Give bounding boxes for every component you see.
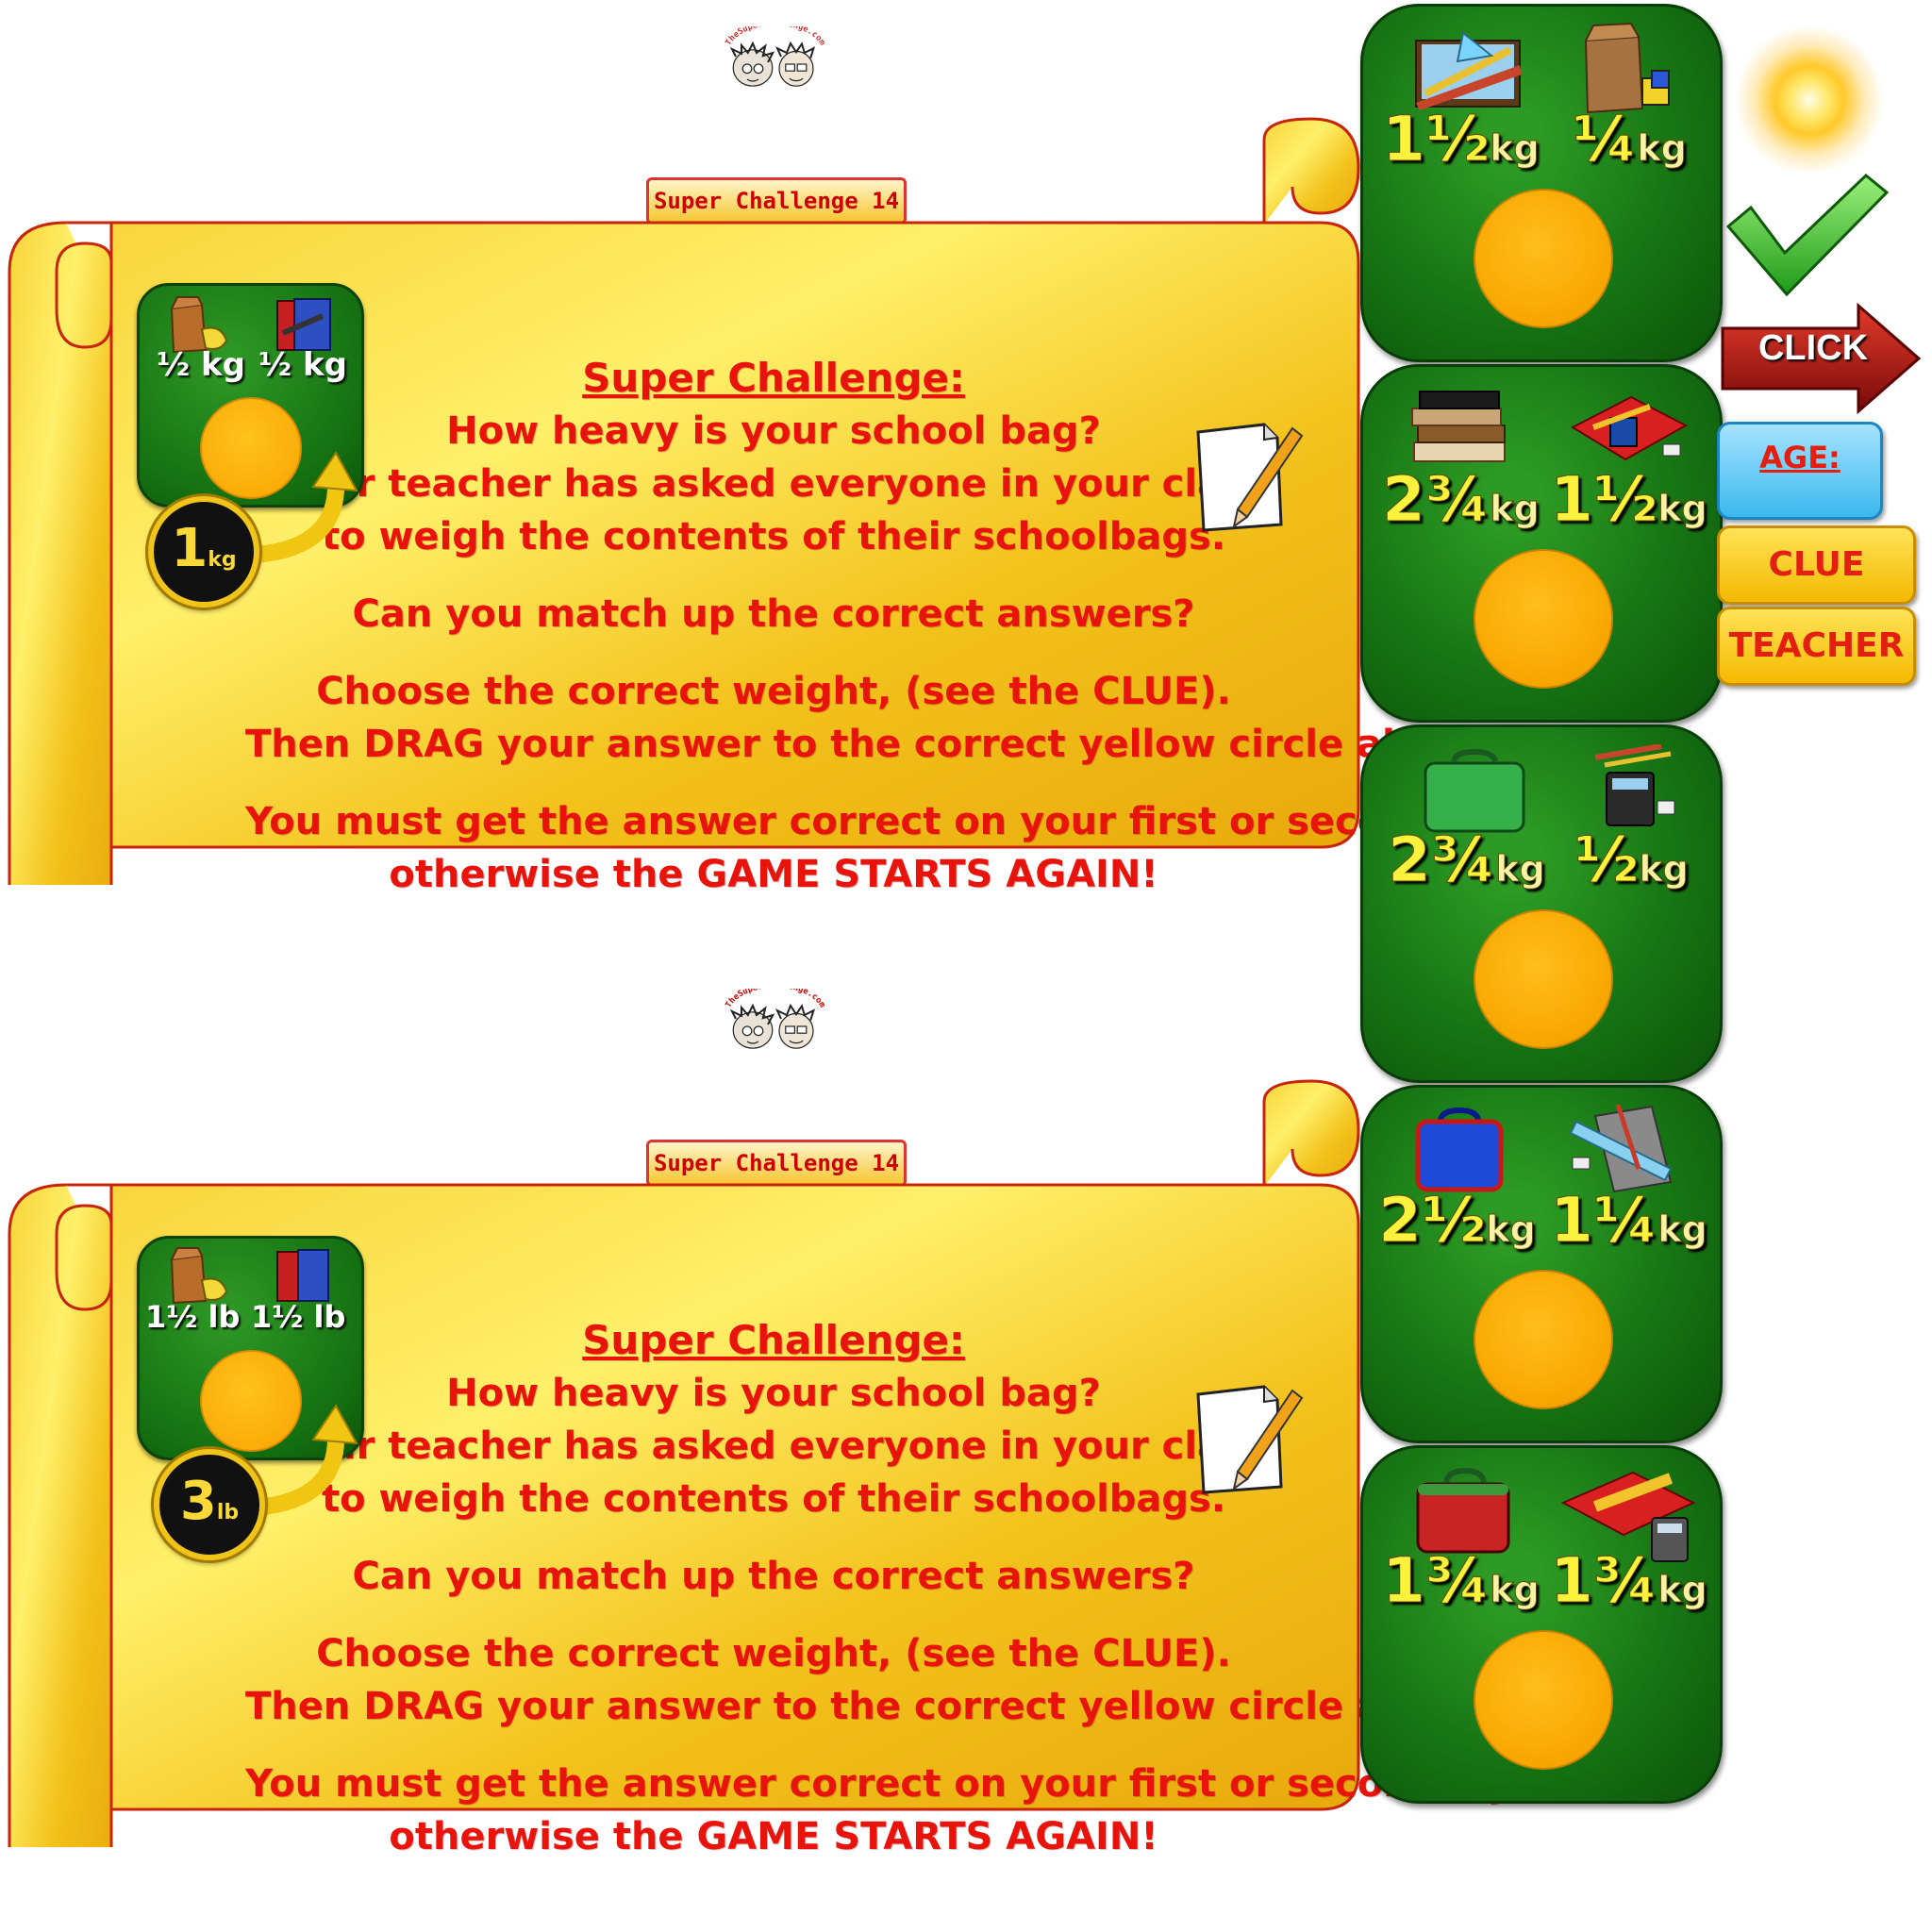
example-right-label: ½ kg bbox=[258, 346, 347, 384]
blue-lunchbox-icon bbox=[1415, 1107, 1504, 1192]
logo-faces-icon: TheSuperChallenge.com bbox=[724, 26, 827, 87]
instruction-line: You must get the answer correct on your … bbox=[245, 800, 1524, 843]
coin-unit: kg bbox=[208, 548, 237, 572]
svg-text:TheSuperChallenge.com: TheSuperChallenge.com bbox=[724, 989, 826, 1009]
answer-drop-circle[interactable] bbox=[1474, 909, 1613, 1049]
instruction-line: Your teacher has asked everyone in your … bbox=[279, 1424, 1268, 1468]
tile-right-weight: ½kg bbox=[1574, 824, 1689, 897]
challenge-title: Super Challenge: bbox=[582, 355, 965, 401]
instruction-line: Can you match up the correct answers? bbox=[352, 592, 1195, 636]
weight-tile-4: 2½kg 1¼kg bbox=[1360, 1085, 1723, 1443]
instruction-line: Then DRAG your answer to the correct yel… bbox=[245, 1685, 1500, 1728]
instruction-line: How heavy is your school bag? bbox=[446, 1372, 1101, 1415]
tile-right-weight: 1¾kg bbox=[1550, 1544, 1708, 1618]
lunch-bag-icon bbox=[170, 296, 228, 354]
answer-drop-circle[interactable] bbox=[1474, 1630, 1613, 1770]
paper-bag-icon bbox=[1584, 22, 1670, 114]
sun-icon bbox=[1734, 25, 1885, 175]
weight-tile-2: 2¾kg 1½kg bbox=[1360, 364, 1723, 723]
instructions: Super Challenge: How heavy is your schoo… bbox=[245, 1314, 1524, 1863]
click-button[interactable]: CLICK bbox=[1717, 302, 1924, 415]
stationery-set-icon bbox=[1415, 31, 1522, 110]
instruction-scroll-top: Super Challenge: How heavy is your schoo… bbox=[0, 111, 1523, 896]
calculator-icon bbox=[1594, 744, 1675, 826]
example-answer-coin: 1kg bbox=[148, 496, 259, 608]
books-icon bbox=[276, 1249, 329, 1302]
example-left-label: 1½ lb bbox=[145, 1299, 241, 1335]
example-left-label: ½ kg bbox=[157, 346, 245, 384]
answer-drop-circle[interactable] bbox=[1474, 1270, 1613, 1409]
instruction-line: How heavy is your school bag? bbox=[446, 409, 1101, 453]
answer-drop-circle[interactable] bbox=[1474, 189, 1613, 328]
coin-number: 1 bbox=[171, 518, 208, 579]
answer-drop-circle[interactable] bbox=[1474, 549, 1613, 689]
tile-right-weight: 1½kg bbox=[1550, 463, 1708, 537]
notepad-pencil-icon bbox=[1196, 1385, 1304, 1494]
book-stack-icon bbox=[1411, 391, 1506, 462]
pencil-case-icon bbox=[1570, 395, 1689, 461]
svg-text:TheSuperChallenge.com: TheSuperChallenge.com bbox=[724, 26, 826, 47]
instruction-line: You must get the answer correct on your … bbox=[245, 1762, 1524, 1806]
age-button[interactable]: AGE: bbox=[1717, 422, 1883, 520]
coin-number: 3 bbox=[179, 1471, 217, 1532]
instruction-line: Choose the correct weight, (see the CLUE… bbox=[316, 670, 1231, 713]
instruction-line: to weigh the contents of their schoolbag… bbox=[321, 515, 1226, 558]
instruction-line: otherwise the GAME STARTS AGAIN! bbox=[389, 853, 1158, 896]
notepad-pencil-icon bbox=[1196, 423, 1304, 532]
tile-right-weight: 1¼kg bbox=[1550, 1184, 1708, 1257]
instruction-line: Choose the correct weight, (see the CLUE… bbox=[316, 1632, 1231, 1675]
lunch-bag-icon bbox=[170, 1247, 228, 1305]
tile-left-weight: 2¾kg bbox=[1382, 463, 1541, 537]
instruction-scroll-bottom: Super Challenge: How heavy is your schoo… bbox=[0, 1074, 1523, 1858]
books-icon bbox=[276, 298, 331, 351]
ruler-book-icon bbox=[1569, 1104, 1673, 1193]
instruction-line: Then DRAG your answer to the correct yel… bbox=[245, 723, 1500, 766]
instruction-line: Your teacher has asked everyone in your … bbox=[279, 462, 1268, 506]
tile-left-weight: 1½kg bbox=[1382, 103, 1541, 176]
click-label: CLICK bbox=[1757, 328, 1869, 368]
tile-right-weight: ¼kg bbox=[1572, 103, 1687, 176]
tile-left-weight: 1¾kg bbox=[1382, 1544, 1541, 1618]
weight-tile-1: 1½kg ¼kg bbox=[1360, 4, 1723, 362]
teacher-button[interactable]: TEACHER bbox=[1717, 607, 1916, 686]
example-answer-coin: 3lb bbox=[154, 1449, 265, 1560]
weight-tile-5: 1¾kg 1¾kg bbox=[1360, 1445, 1723, 1804]
weight-tile-3: 2¾kg ½kg bbox=[1360, 724, 1723, 1083]
coin-unit: lb bbox=[216, 1501, 240, 1524]
logo-faces-icon: TheSuperChallenge.com bbox=[724, 989, 827, 1049]
tile-left-weight: 2¾kg bbox=[1388, 824, 1546, 897]
instruction-line: otherwise the GAME STARTS AGAIN! bbox=[389, 1815, 1158, 1858]
instruction-line: Can you match up the correct answers? bbox=[352, 1555, 1195, 1598]
curved-arrow-icon bbox=[256, 451, 358, 563]
instructions: Super Challenge: How heavy is your schoo… bbox=[245, 352, 1524, 901]
checkmark-icon bbox=[1725, 173, 1890, 297]
green-lunchbox-icon bbox=[1424, 748, 1525, 833]
clue-button[interactable]: CLUE bbox=[1717, 525, 1916, 605]
instruction-line: to weigh the contents of their schoolbag… bbox=[321, 1477, 1226, 1521]
tile-left-weight: 2½kg bbox=[1378, 1184, 1537, 1257]
example-right-label: 1½ lb bbox=[251, 1299, 346, 1335]
challenge-title: Super Challenge: bbox=[582, 1317, 965, 1363]
